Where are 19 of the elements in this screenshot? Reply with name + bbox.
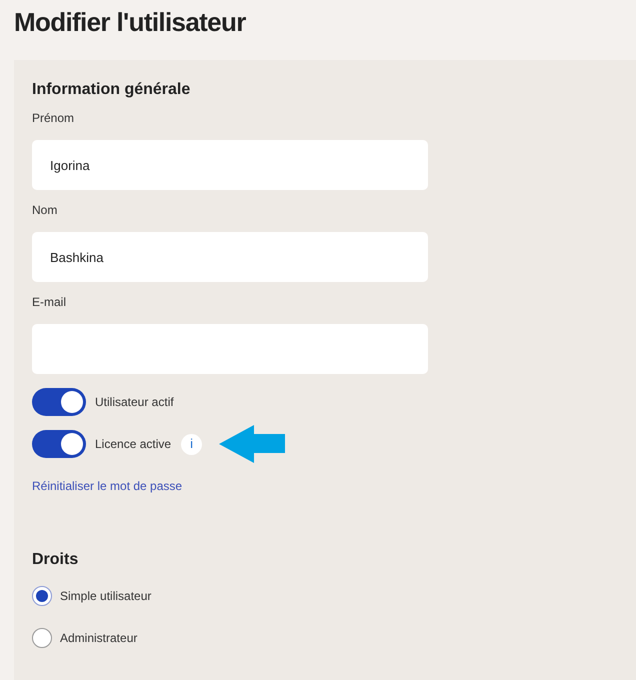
field-label: Prénom — [32, 110, 76, 126]
text-field[interactable] — [32, 324, 428, 374]
page-title: Modifier l'utilisateur — [13, 6, 247, 39]
section-heading: Droits — [32, 550, 80, 570]
toggle-switch[interactable] — [32, 430, 86, 458]
radio-button[interactable] — [32, 586, 52, 606]
toggle-label: Utilisateur actif — [95, 394, 174, 411]
section-heading: Information générale — [32, 80, 192, 100]
field-label: Nom — [32, 202, 58, 218]
field-label: E-mail — [32, 294, 68, 310]
text-field[interactable]: Igorina — [32, 140, 428, 190]
toggle-label: Licence active — [95, 436, 172, 453]
reset-password-link[interactable]: Réinitialiser le mot de passe — [32, 479, 182, 493]
radio-label: Simple utilisateur — [60, 588, 152, 605]
info-icon[interactable]: i — [181, 434, 202, 454]
text-field[interactable]: Bashkina — [32, 232, 428, 282]
radio-label: Administrateur — [60, 630, 138, 647]
radio-button[interactable] — [32, 628, 52, 648]
toggle-switch[interactable] — [32, 388, 86, 416]
